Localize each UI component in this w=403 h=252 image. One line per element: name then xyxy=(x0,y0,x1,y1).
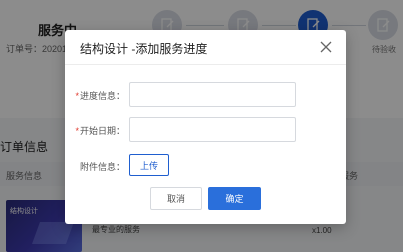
close-icon[interactable] xyxy=(319,40,333,54)
progress-info-input[interactable] xyxy=(129,82,296,107)
dialog-title: 结构设计 -添加服务进度 xyxy=(80,42,208,56)
progress-info-label-text: 进度信息： xyxy=(79,91,125,101)
add-progress-dialog: 结构设计 -添加服务进度 *进度信息： *开始日期： 附件信息： 上传 取消 确… xyxy=(65,30,346,224)
start-date-label: *开始日期： xyxy=(65,124,125,137)
dialog-header: 结构设计 -添加服务进度 xyxy=(65,30,346,65)
attachment-label: 附件信息： xyxy=(79,162,125,172)
start-date-input[interactable] xyxy=(129,117,296,142)
required-mark: * xyxy=(75,91,79,101)
progress-info-label: *进度信息： xyxy=(65,89,125,102)
upload-button[interactable]: 上传 xyxy=(129,154,169,176)
required-mark: * xyxy=(75,126,79,136)
cancel-button[interactable]: 取消 xyxy=(150,187,202,210)
start-date-label-text: 开始日期： xyxy=(79,126,125,136)
confirm-button[interactable]: 确定 xyxy=(208,187,261,210)
